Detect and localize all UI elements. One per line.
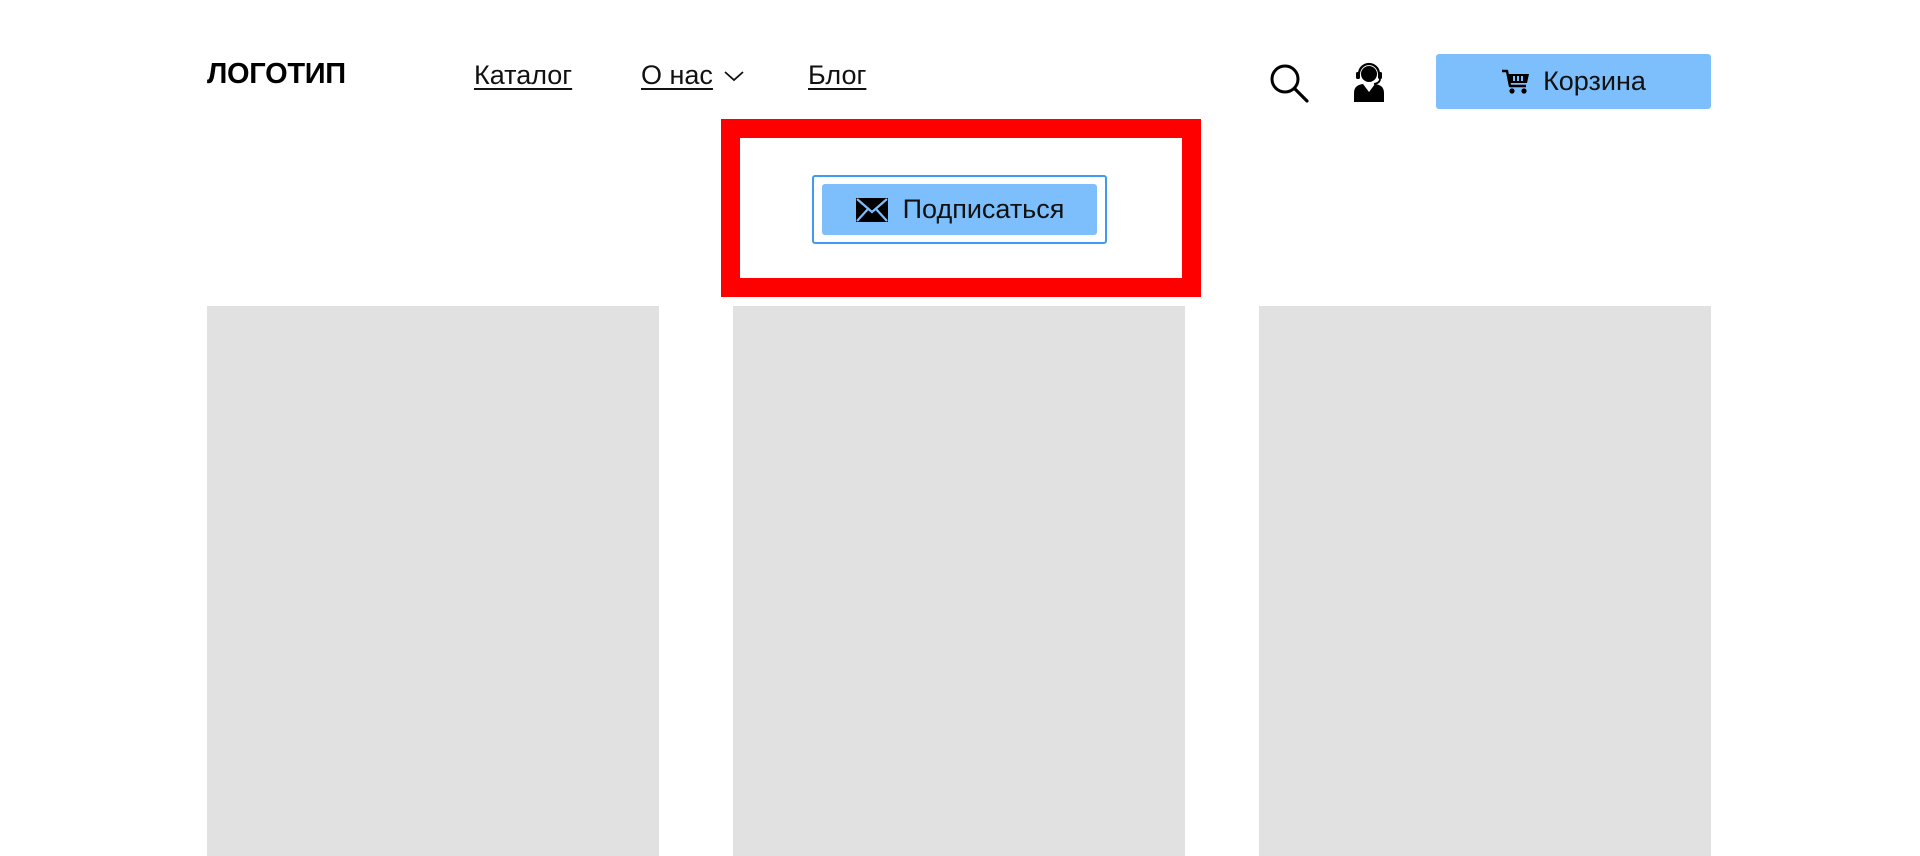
product-card-image-placeholder[interactable] [1259, 306, 1711, 856]
nav-catalog-label: Каталог [474, 60, 573, 90]
nav-catalog-link[interactable]: Каталог [474, 60, 572, 91]
envelope-icon [855, 197, 888, 222]
subscribe-button[interactable]: Подписаться [822, 184, 1097, 235]
chevron-down-icon [724, 70, 744, 81]
logo[interactable]: ЛОГОТИП [207, 58, 346, 91]
cart-button[interactable]: Корзина [1436, 54, 1711, 109]
support-button[interactable] [1350, 62, 1388, 102]
nav-blog-label: Блог [808, 60, 867, 90]
cart-label: Корзина [1543, 66, 1646, 96]
subscribe-focus-ring: Подписаться [812, 175, 1107, 244]
subscribe-label: Подписаться [902, 194, 1065, 224]
search-button[interactable] [1268, 62, 1310, 104]
product-card-image-placeholder[interactable] [207, 306, 659, 856]
page: ЛОГОТИП Каталог О нас Блог Корзина Подпи… [0, 0, 1920, 856]
nav-about-label: О нас [641, 60, 713, 90]
product-card-image-placeholder[interactable] [733, 306, 1185, 856]
nav-blog-link[interactable]: Блог [808, 60, 866, 91]
search-icon [1270, 64, 1309, 103]
support-agent-icon [1354, 62, 1384, 102]
cart-icon [1502, 69, 1530, 94]
nav-about-link[interactable]: О нас [641, 60, 745, 91]
